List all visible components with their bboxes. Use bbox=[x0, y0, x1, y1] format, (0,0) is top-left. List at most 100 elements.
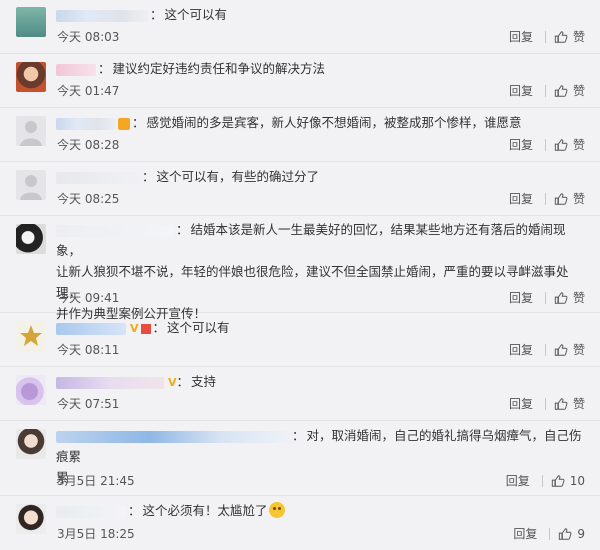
comment-text: 这个可以有，有些的确过分了 bbox=[156, 169, 320, 184]
reply-button[interactable]: 回复 bbox=[509, 289, 533, 306]
default-avatar-icon bbox=[20, 175, 42, 200]
reply-button[interactable]: 回复 bbox=[509, 28, 533, 45]
avatar[interactable] bbox=[16, 116, 46, 146]
comment-time: 今天 07:51 bbox=[57, 397, 120, 411]
like-count[interactable]: 赞 bbox=[573, 395, 585, 412]
avatar[interactable] bbox=[16, 375, 46, 405]
thumbs-up-icon[interactable] bbox=[554, 291, 568, 305]
comment-actions: 回复 赞 bbox=[509, 341, 585, 358]
avatar[interactable] bbox=[16, 321, 46, 351]
username[interactable] bbox=[56, 117, 116, 130]
avatar[interactable] bbox=[16, 224, 46, 254]
comment-actions: 回复 9 bbox=[513, 525, 585, 542]
comment-text: 这个必须有！太尴尬了 bbox=[142, 503, 268, 518]
thumbs-up-icon[interactable] bbox=[554, 138, 568, 152]
username[interactable] bbox=[56, 171, 140, 184]
thumbs-up-icon[interactable] bbox=[554, 397, 568, 411]
comment-actions: 回复 10 bbox=[506, 472, 585, 489]
comment-item: ：感觉婚闹的多是宾客，新人好像不想婚闹，被整成那个惨样，谁愿意 今天 08:28… bbox=[0, 108, 600, 162]
comment-actions: 回复 赞 bbox=[509, 289, 585, 306]
comment-actions: 回复 赞 bbox=[509, 28, 585, 45]
reply-button[interactable]: 回复 bbox=[509, 190, 533, 207]
avatar[interactable] bbox=[16, 170, 46, 200]
comment-actions: 回复 赞 bbox=[509, 190, 585, 207]
avatar[interactable] bbox=[16, 504, 46, 534]
comment-actions: 回复 赞 bbox=[509, 395, 585, 412]
comment-text: 这个可以有 bbox=[164, 7, 228, 22]
comment-item: ：这个可以有，有些的确过分了 今天 08:25 回复 赞 bbox=[0, 162, 600, 216]
comment-time: 3月5日 21:45 bbox=[57, 474, 135, 488]
username[interactable] bbox=[56, 322, 126, 335]
like-count[interactable]: 赞 bbox=[573, 136, 585, 153]
comment-text-row: ：建议约定好违约责任和争议的解决方法 bbox=[56, 58, 588, 79]
comment-item: ：这个可以有 今天 08:03 回复 赞 bbox=[0, 0, 600, 54]
comment-text-row: V：这个可以有 bbox=[56, 317, 588, 339]
thumbs-up-icon[interactable] bbox=[554, 84, 568, 98]
reply-button[interactable]: 回复 bbox=[509, 82, 533, 99]
comment-time: 今天 08:25 bbox=[57, 192, 120, 206]
comment-text-row: V： 支持 bbox=[56, 371, 588, 393]
comment-time: 今天 08:28 bbox=[57, 138, 120, 152]
divider bbox=[544, 343, 546, 356]
comment-item: V： 支持 今天 07:51 回复 赞 bbox=[0, 367, 600, 421]
like-count[interactable]: 赞 bbox=[573, 28, 585, 45]
comment-text-line: 让新人狼狈不堪不说，年轻的伴娘也很危险，建议不但全国禁止婚闹，严重的要以寻衅滋事… bbox=[56, 264, 569, 300]
comment-list: ：这个可以有 今天 08:03 回复 赞 ：建议约定好违约责任和争议的解决方法 … bbox=[0, 0, 600, 543]
default-avatar-icon bbox=[20, 121, 42, 146]
divider bbox=[549, 527, 551, 540]
thumbs-up-icon[interactable] bbox=[558, 527, 572, 541]
comment-time: 今天 01:47 bbox=[57, 84, 120, 98]
level-badge-icon bbox=[118, 117, 130, 130]
username[interactable] bbox=[56, 9, 148, 22]
comment-time: 今天 08:11 bbox=[57, 343, 120, 357]
thumbs-up-icon[interactable] bbox=[554, 343, 568, 357]
username[interactable] bbox=[56, 430, 290, 443]
comment-text-row: ：感觉婚闹的多是宾客，新人好像不想婚闹，被整成那个惨样，谁愿意 bbox=[56, 112, 588, 133]
like-count[interactable]: 赞 bbox=[573, 82, 585, 99]
avatar[interactable] bbox=[16, 429, 46, 459]
divider bbox=[541, 474, 543, 487]
reply-button[interactable]: 回复 bbox=[513, 525, 537, 542]
divider bbox=[544, 291, 546, 304]
comment-actions: 回复 赞 bbox=[509, 82, 585, 99]
comment-text-row: ：这个可以有 bbox=[56, 4, 588, 25]
star-avatar-icon bbox=[20, 325, 42, 346]
comment-text-row: ：这个必须有！太尴尬了 bbox=[56, 500, 588, 521]
verified-badge-icon: V bbox=[168, 376, 177, 389]
thumbs-up-icon[interactable] bbox=[554, 192, 568, 206]
reply-button[interactable]: 回复 bbox=[509, 395, 533, 412]
divider bbox=[544, 84, 546, 97]
thumbs-up-icon[interactable] bbox=[551, 474, 565, 488]
comment-text-row: ：结婚本该是新人一生最美好的回忆，结果某些地方还有落后的婚闹现象， 让新人狼狈不… bbox=[56, 222, 569, 321]
like-count[interactable]: 9 bbox=[577, 527, 585, 541]
level-badge-icon bbox=[140, 323, 151, 334]
comment-text: 支持 bbox=[191, 374, 217, 389]
reply-button[interactable]: 回复 bbox=[509, 341, 533, 358]
comment-text-row: ：这个可以有，有些的确过分了 bbox=[56, 166, 588, 187]
comment-text: 这个可以有 bbox=[167, 320, 230, 335]
username[interactable] bbox=[56, 505, 126, 518]
comment-item: ：建议约定好违约责任和争议的解决方法 今天 01:47 回复 赞 bbox=[0, 54, 600, 108]
comment-item: ：结婚本该是新人一生最美好的回忆，结果某些地方还有落后的婚闹现象， 让新人狼狈不… bbox=[0, 216, 600, 321]
like-count[interactable]: 10 bbox=[570, 474, 585, 488]
comment-time: 今天 08:03 bbox=[57, 30, 120, 44]
thumbs-up-icon[interactable] bbox=[554, 30, 568, 44]
reply-button[interactable]: 回复 bbox=[506, 472, 530, 489]
like-count[interactable]: 赞 bbox=[573, 190, 585, 207]
comment-text: 建议约定好违约责任和争议的解决方法 bbox=[112, 61, 326, 76]
reply-button[interactable]: 回复 bbox=[509, 136, 533, 153]
comment-item: V：这个可以有 今天 08:11 回复 赞 bbox=[0, 313, 600, 367]
like-count[interactable]: 赞 bbox=[573, 289, 585, 306]
like-count[interactable]: 赞 bbox=[573, 341, 585, 358]
username[interactable] bbox=[56, 63, 96, 76]
divider bbox=[544, 397, 546, 410]
avatar[interactable] bbox=[16, 7, 46, 37]
divider bbox=[544, 192, 546, 205]
embarrassed-emoji-icon bbox=[268, 502, 285, 518]
avatar[interactable] bbox=[16, 62, 46, 92]
comment-time: 今天 09:41 bbox=[57, 291, 120, 305]
verified-badge-icon: V bbox=[130, 322, 139, 335]
divider bbox=[544, 30, 546, 43]
username[interactable] bbox=[56, 224, 174, 237]
username[interactable] bbox=[56, 376, 164, 389]
